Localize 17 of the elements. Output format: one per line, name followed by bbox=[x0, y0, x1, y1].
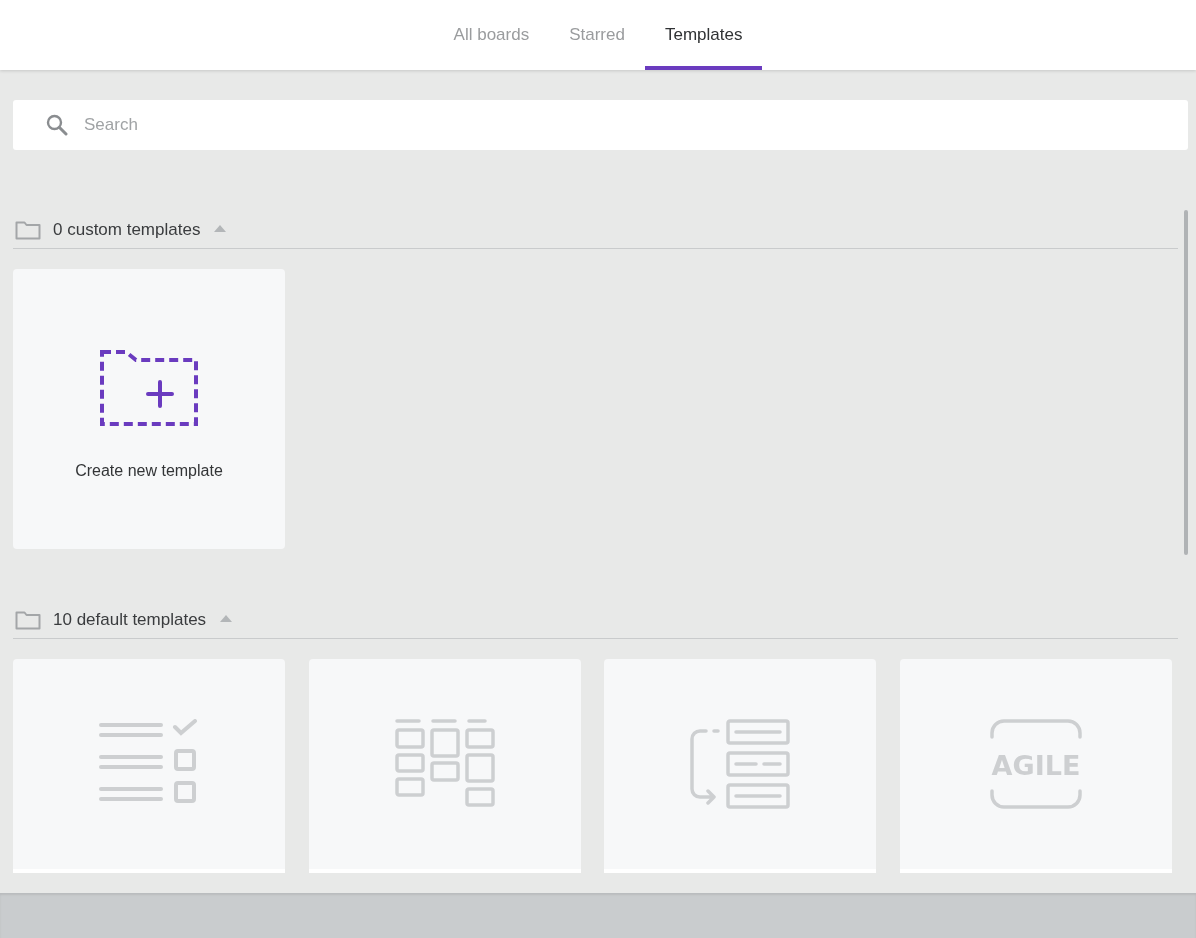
folder-icon bbox=[15, 220, 41, 240]
board-columns-icon bbox=[394, 719, 495, 809]
scrollbar[interactable] bbox=[1184, 210, 1188, 555]
flow-list-icon bbox=[688, 719, 792, 809]
section-title: 0 custom templates bbox=[53, 220, 201, 240]
tab[interactable]: All boards bbox=[433, 0, 550, 70]
template-card[interactable] bbox=[13, 659, 285, 873]
template-card[interactable] bbox=[308, 659, 581, 873]
folder-icon bbox=[15, 610, 41, 630]
new-folder-icon bbox=[100, 350, 198, 428]
template-card[interactable] bbox=[604, 659, 876, 873]
tab[interactable]: Starred bbox=[549, 0, 645, 70]
search-field[interactable]: Search bbox=[13, 100, 1188, 150]
section-title: 10 default templates bbox=[53, 610, 207, 630]
caret-icon[interactable] bbox=[220, 614, 233, 622]
caret-icon[interactable] bbox=[214, 224, 227, 232]
create-template-card[interactable]: Create new template bbox=[13, 269, 285, 549]
